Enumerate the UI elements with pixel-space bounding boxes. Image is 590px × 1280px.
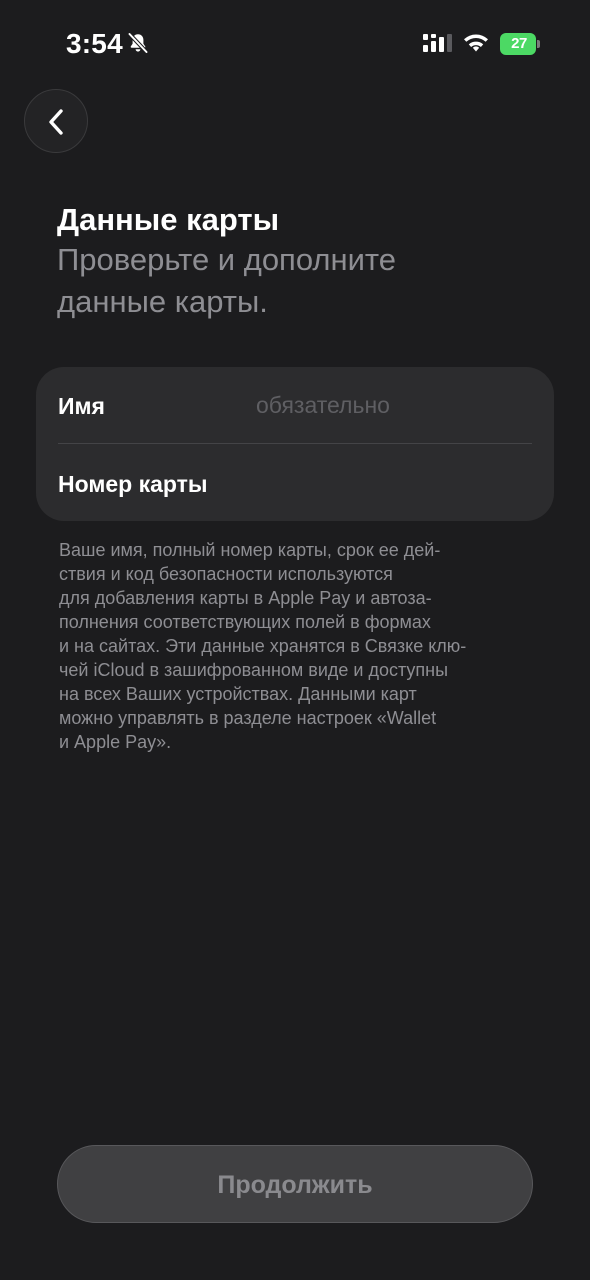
status-time: 3:54 (66, 28, 123, 59)
privacy-info-text: Ваше имя, полный номер карты, срок ее де… (59, 540, 467, 752)
name-label: Имя (58, 393, 105, 419)
wifi-icon (464, 34, 488, 52)
battery-charging-icon: 27 (500, 33, 542, 55)
chevron-left-icon (49, 109, 63, 135)
page-subtitle: Проверьте и дополните данные карты. (57, 242, 397, 319)
card-details-form: Имя Номер карты (36, 367, 554, 521)
name-input[interactable] (256, 367, 532, 443)
row-divider (58, 443, 532, 444)
card-number-row: Номер карты (58, 445, 532, 521)
continue-button[interactable]: Продолжить (57, 1145, 533, 1223)
battery-level: 27 (511, 35, 527, 52)
card-number-input[interactable] (256, 445, 532, 521)
card-number-label: Номер карты (58, 471, 208, 497)
back-button[interactable] (24, 89, 88, 153)
page-title: Данные карты (57, 202, 280, 237)
battery-cap (537, 40, 540, 48)
name-row: Имя (58, 367, 532, 443)
signal-icon (423, 34, 452, 52)
bell-slash-icon (127, 32, 149, 54)
